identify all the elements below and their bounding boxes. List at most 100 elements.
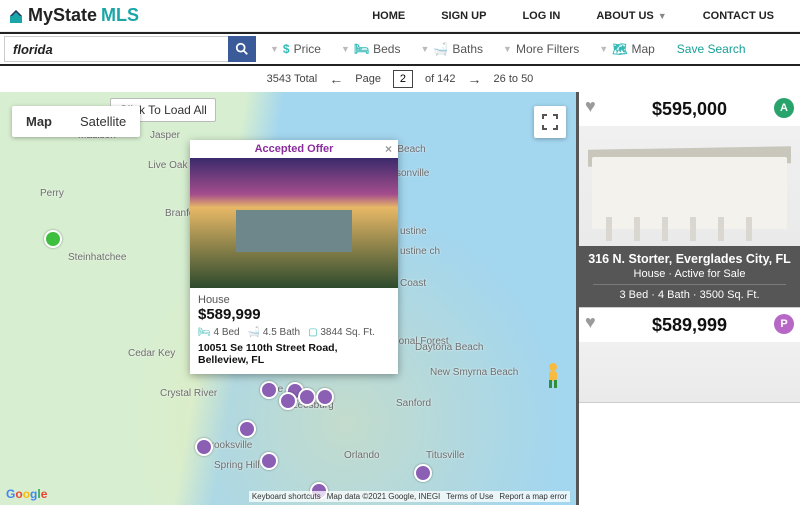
fullscreen-icon — [542, 114, 558, 130]
map-data: Map data ©2021 Google, INEGI — [327, 492, 441, 501]
nav-contact[interactable]: CONTACT US — [685, 2, 792, 30]
bath-icon: 🛁 — [248, 327, 260, 338]
filter-beds[interactable]: ▼ 🛏 Beds — [331, 34, 411, 64]
chevron-down-icon: ▼ — [341, 44, 350, 54]
city-label: ustine ch — [400, 246, 440, 257]
pegman-icon — [542, 362, 564, 390]
search-bar: ▼ $ Price ▼ 🛏 Beds ▼ 🛁 Baths ▼ More Filters ▼🗺M… — [0, 32, 800, 66]
map-marker[interactable] — [260, 452, 278, 470]
popup-price: $589,999 — [198, 306, 390, 323]
filter-price-label: Price — [294, 42, 321, 56]
page-next[interactable]: → — [468, 71, 482, 87]
chevron-down-icon: ▼ — [420, 44, 429, 54]
city-label: Coast — [400, 278, 426, 289]
terms[interactable]: Terms of Use — [446, 492, 493, 501]
report-error[interactable]: Report a map error — [499, 492, 567, 501]
chevron-down-icon: ▼ — [503, 44, 512, 54]
search-button[interactable] — [228, 36, 256, 62]
popup-body: House $589,999 🛏 4 Bed 🛁 4.5 Bath ▢ 3844… — [190, 288, 398, 374]
nav-home[interactable]: HOME — [354, 2, 423, 30]
logo-text-b: MLS — [101, 5, 139, 26]
listing-card[interactable]: ♥ $589,999 P — [579, 308, 800, 403]
filter-more[interactable]: ▼ More Filters — [493, 34, 589, 64]
map-marker[interactable] — [316, 388, 334, 406]
listing-subtitle: House · Active for Sale — [583, 268, 796, 280]
popup-baths: 4.5 Bath — [263, 327, 300, 338]
listing-card[interactable]: ♥ $595,000 A 316 N. Storter, Everglades … — [579, 92, 800, 308]
nav-signup[interactable]: SIGN UP — [423, 2, 504, 30]
map-marker[interactable] — [260, 381, 278, 399]
page-label: Page — [355, 73, 381, 85]
filter-baths[interactable]: ▼ 🛁 Baths — [410, 34, 493, 64]
results-pane: ♥ $595,000 A 316 N. Storter, Everglades … — [576, 92, 800, 505]
filter-more-label: More Filters — [516, 42, 579, 56]
map-type-map[interactable]: Map — [12, 106, 66, 137]
filter-baths-label: Baths — [452, 42, 483, 56]
city-label: Steinhatchee — [68, 252, 126, 263]
map-popup: Accepted Offer × House $589,999 🛏 4 Bed … — [190, 140, 398, 374]
nav-about-label: ABOUT US — [596, 10, 653, 22]
search-icon — [235, 42, 249, 56]
city-label: Orlando — [344, 450, 380, 461]
streetview-pegman[interactable] — [539, 362, 567, 390]
city-label: Live Oak — [148, 160, 187, 171]
page-of: of 142 — [425, 73, 456, 85]
results-total: 3543 Total — [267, 73, 318, 85]
map-attribution: Keyboard shortcuts Map data ©2021 Google… — [249, 491, 570, 502]
map-marker[interactable] — [414, 464, 432, 482]
popup-address: 10051 Se 110th Street Road, Belleview, F… — [198, 342, 390, 366]
filter-price[interactable]: ▼ $ Price — [260, 34, 331, 64]
city-label: Daytona Beach — [415, 342, 483, 353]
search-wrap — [4, 36, 256, 62]
city-label: Cedar Key — [128, 348, 175, 359]
map-marker[interactable] — [44, 230, 62, 248]
bed-icon: 🛏 — [354, 42, 369, 56]
city-label: Spring Hill — [214, 460, 260, 471]
google-logo: Google — [6, 487, 47, 501]
dollar-icon: $ — [283, 42, 290, 56]
status-badge: P — [774, 314, 794, 334]
map-marker[interactable] — [298, 388, 316, 406]
save-search[interactable]: Save Search — [665, 34, 758, 64]
bed-icon: 🛏 — [198, 327, 211, 338]
popup-beds: 4 Bed — [213, 327, 239, 338]
listing-photo[interactable] — [579, 342, 800, 402]
nav-about[interactable]: ABOUT US ▼ — [578, 2, 684, 30]
city-label: ustine — [400, 226, 427, 237]
logo[interactable]: MyStateMLS — [8, 5, 139, 26]
popup-status: Accepted Offer × — [190, 140, 398, 158]
favorite-icon[interactable]: ♥ — [585, 312, 596, 333]
map-marker[interactable] — [279, 392, 297, 410]
page-range: 26 to 50 — [494, 73, 534, 85]
map-toggle[interactable]: ▼🗺Map — [589, 34, 665, 64]
bath-icon: 🛁 — [433, 42, 448, 56]
map-pane[interactable]: Madison Jasper Park Fernandina Beach Liv… — [0, 92, 576, 505]
map-type-satellite[interactable]: Satellite — [66, 106, 140, 137]
logo-text-a: MyState — [28, 5, 97, 26]
city-label: New Smyrna Beach — [430, 367, 518, 378]
map-toggle-label: Map — [631, 42, 654, 56]
map-type-switch: Map Satellite — [12, 106, 140, 137]
city-label: Perry — [40, 188, 64, 199]
chevron-down-icon: ▼ — [599, 44, 608, 54]
favorite-icon[interactable]: ♥ — [585, 96, 596, 117]
chevron-down-icon: ▼ — [658, 11, 667, 21]
search-input[interactable] — [4, 36, 228, 62]
card-header: ♥ $589,999 P — [579, 308, 800, 342]
fullscreen-button[interactable] — [534, 106, 566, 138]
listing-price: $589,999 — [652, 315, 727, 336]
popup-close[interactable]: × — [385, 142, 392, 156]
map-marker[interactable] — [195, 438, 213, 456]
chevron-down-icon: ▼ — [270, 44, 279, 54]
filter-beds-label: Beds — [373, 42, 400, 56]
page-input[interactable] — [393, 70, 413, 88]
top-nav: HOME SIGN UP LOG IN ABOUT US ▼ CONTACT US — [354, 2, 792, 30]
popup-photo[interactable] — [190, 158, 398, 288]
map-marker[interactable] — [238, 420, 256, 438]
listing-photo[interactable] — [579, 126, 800, 246]
header: MyStateMLS HOME SIGN UP LOG IN ABOUT US ▼… — [0, 0, 800, 32]
page-prev[interactable]: ← — [329, 71, 343, 87]
listing-info: 316 N. Storter, Everglades City, FL Hous… — [579, 246, 800, 307]
keyboard-shortcuts[interactable]: Keyboard shortcuts — [252, 492, 321, 501]
nav-login[interactable]: LOG IN — [504, 2, 578, 30]
